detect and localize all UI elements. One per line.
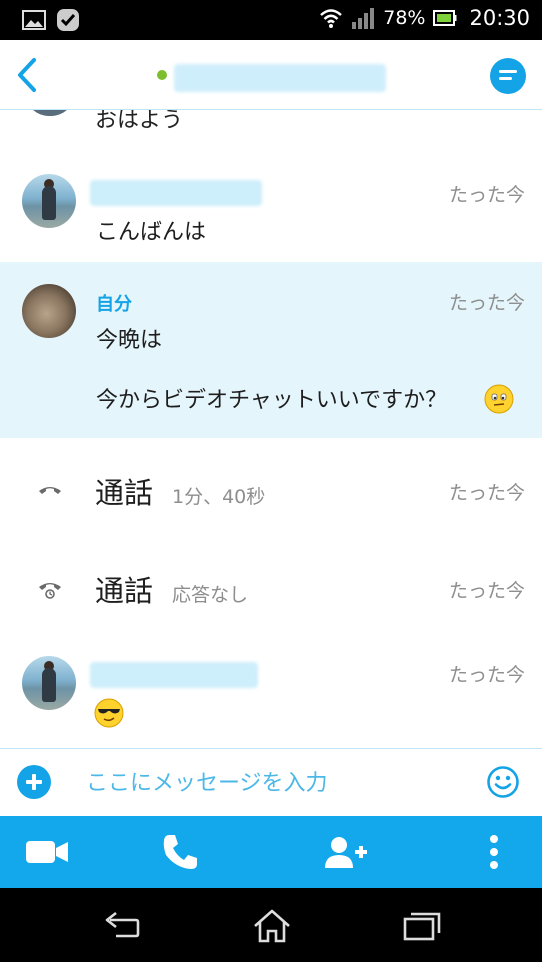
confused-emoji-icon <box>484 384 514 414</box>
conversation-header <box>0 40 542 110</box>
message-time: たった今 <box>448 580 525 602</box>
call-status: 応答なし <box>172 584 249 606</box>
smiley-icon[interactable] <box>486 765 520 799</box>
sender-name: 自分 <box>96 294 132 315</box>
gallery-notification-icon <box>22 10 46 30</box>
plus-icon[interactable] <box>17 765 51 799</box>
message-time: たった今 <box>448 184 525 206</box>
back-icon[interactable] <box>102 908 142 944</box>
sender-name-redacted <box>90 180 262 206</box>
message-input[interactable] <box>86 767 466 799</box>
add-participant-button[interactable] <box>322 832 370 872</box>
message-text: 今晩は <box>96 328 163 353</box>
wifi-icon <box>320 9 343 28</box>
contact-name-redacted[interactable] <box>174 64 386 92</box>
call-duration: 1分、40秒 <box>172 486 266 508</box>
message-time: たった今 <box>448 664 525 686</box>
call-row: 通話 応答なし たった今 <box>0 538 542 636</box>
message-time: たった今 <box>448 292 525 314</box>
home-icon[interactable] <box>252 908 292 944</box>
presence-indicator <box>157 70 167 80</box>
signal-icon <box>352 8 375 29</box>
call-label: 通話 <box>95 476 154 510</box>
message-row: たった今 こんばんは <box>0 152 542 262</box>
recent-apps-icon[interactable] <box>402 908 442 944</box>
call-row: 通話 1分、40秒 たった今 <box>0 438 542 538</box>
avatar[interactable] <box>22 656 76 710</box>
avatar[interactable] <box>22 284 76 338</box>
message-text: こんばんは <box>96 220 207 245</box>
more-options-button[interactable] <box>484 832 504 872</box>
avatar <box>25 110 75 116</box>
call-label: 通話 <box>95 574 154 608</box>
message-text: おはよう <box>95 110 184 133</box>
sunglasses-emoji-icon <box>94 698 124 728</box>
message-text: 今からビデオチャットいいですか？ <box>96 388 448 413</box>
more-vertical-icon <box>490 835 498 869</box>
call-ended-icon <box>39 487 61 494</box>
avatar[interactable] <box>22 174 76 228</box>
battery-percent: 78% <box>383 7 426 29</box>
message-row-self: 自分 たった今 今晩は 今からビデオチャットいいですか？ <box>0 262 542 438</box>
message-feed[interactable]: おはよう たった今 こんばんは 自分 たった今 今晩は 今からビデオチャットいい… <box>0 110 542 748</box>
video-call-icon <box>26 841 68 863</box>
message-composer <box>0 748 542 816</box>
add-person-icon <box>325 837 367 868</box>
phone-icon <box>163 835 197 869</box>
missed-call-icon <box>39 583 61 599</box>
system-navigation-bar <box>0 888 542 962</box>
battery-icon <box>433 10 457 26</box>
voice-call-button[interactable] <box>160 832 200 872</box>
sender-name-redacted <box>90 662 258 688</box>
chat-screen: おはよう たった今 こんばんは 自分 たった今 今晩は 今からビデオチャットいい… <box>0 40 542 888</box>
call-action-bar <box>0 816 542 888</box>
message-row: たった今 <box>0 636 542 748</box>
video-call-button[interactable] <box>24 832 70 872</box>
clock: 20:30 <box>469 6 530 30</box>
chevron-left-icon[interactable] <box>12 56 44 94</box>
message-time: たった今 <box>448 482 525 504</box>
menu-icon[interactable] <box>490 58 526 94</box>
status-bar: 78% 20:30 <box>0 0 542 40</box>
check-notification-icon <box>57 9 79 31</box>
